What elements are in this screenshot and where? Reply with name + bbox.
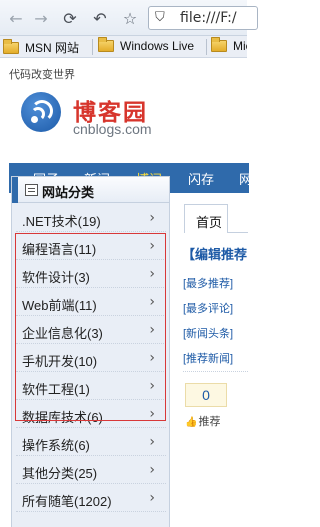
reload-icon[interactable]: ⟳ <box>60 8 80 28</box>
category-label: 软件工程(1) <box>22 382 90 397</box>
chevron-right-icon: › <box>149 210 155 226</box>
site-header: 博客园 cnblogs.com <box>9 81 249 137</box>
bookmark-msn[interactable]: MSN 网站 <box>3 38 80 56</box>
category-item[interactable]: 其他分类(25) › <box>16 456 166 484</box>
category-item[interactable]: 软件设计(3) › <box>16 260 166 288</box>
bookmark-divider <box>206 39 207 55</box>
undo-icon[interactable]: ↶ <box>90 8 110 28</box>
recommend-link[interactable]: [推荐新闻] <box>183 350 233 366</box>
category-sidebar: 网站分类 .NET技术(19) › 编程语言(11) › 软件设计(3) › Web前… <box>11 176 170 527</box>
bookmark-label: Windows Live <box>120 39 195 53</box>
category-label: 手机开发(10) <box>22 354 98 369</box>
chevron-right-icon: › <box>149 462 155 478</box>
recommend-label: 推荐 <box>198 416 221 428</box>
divider <box>183 371 248 372</box>
site-logo-domain: cnblogs.com <box>73 121 152 137</box>
forward-arrow-icon[interactable]: → <box>31 8 51 28</box>
category-label: 企业信息化(3) <box>22 326 103 341</box>
category-label: 软件设计(3) <box>22 270 90 285</box>
category-label: Web前端(11) <box>22 298 97 313</box>
nav-item-more[interactable]: 网 <box>239 169 252 188</box>
category-label: 编程语言(11) <box>22 242 97 257</box>
bookmark-label: MSN 网站 <box>25 41 80 55</box>
editor-pick-heading[interactable]: 【编辑推荐 <box>182 244 247 263</box>
thumbs-up-icon: 👍 <box>185 417 198 428</box>
tab-home-label: 首页 <box>196 215 223 230</box>
recommend-button[interactable]: 👍推荐 <box>185 413 227 429</box>
bookmark-windows-live[interactable]: Windows Live <box>98 37 195 53</box>
vote-count: 0 <box>185 383 227 407</box>
chevron-right-icon: › <box>149 238 155 254</box>
sidebar-title: 网站分类 <box>42 185 95 200</box>
sidebar-header: 网站分类 <box>12 177 169 203</box>
site-slogan: 代码改变世界 <box>9 69 75 81</box>
recommend-link[interactable]: [最多推荐] <box>183 275 233 291</box>
chevron-right-icon: › <box>149 266 155 282</box>
recommend-link[interactable]: [最多评论] <box>183 300 233 316</box>
chevron-right-icon: › <box>149 322 155 338</box>
chevron-right-icon: › <box>149 434 155 450</box>
folder-icon <box>98 37 114 52</box>
recommend-link[interactable]: [新闻头条] <box>183 325 233 341</box>
bookmark-divider <box>92 39 93 55</box>
chevron-right-icon: › <box>149 406 155 422</box>
category-item[interactable]: .NET技术(19) › <box>16 204 166 232</box>
category-label: 操作系统(6) <box>22 438 90 453</box>
category-label: 所有随笔(1202) <box>22 494 112 509</box>
folder-icon <box>211 37 227 52</box>
category-item[interactable]: 企业信息化(3) › <box>16 316 166 344</box>
url-text[interactable]: file:///F:/ <box>180 10 237 26</box>
category-item[interactable]: 操作系统(6) › <box>16 428 166 456</box>
chevron-right-icon: › <box>149 378 155 394</box>
bookmark-mic[interactable]: Mic <box>211 37 247 53</box>
category-label: .NET技术(19) <box>22 214 101 229</box>
category-list: .NET技术(19) › 编程语言(11) › 软件设计(3) › Web前端(11)… <box>16 204 166 512</box>
category-item[interactable]: 编程语言(11) › <box>16 232 166 260</box>
tab-underline <box>228 232 248 233</box>
shield-icon: ⛉ <box>155 10 165 25</box>
nav-item-flash[interactable]: 闪存 <box>188 169 214 188</box>
tab-home[interactable]: 首页 <box>184 204 228 233</box>
category-item[interactable]: 手机开发(10) › <box>16 344 166 372</box>
sidebar-header-accent <box>12 177 18 203</box>
browser-toolbar: ← → ⟳ ↶ ☆ ⛉ file:///F:/ <box>0 0 258 36</box>
chevron-right-icon: › <box>149 490 155 506</box>
folder-icon <box>3 38 19 54</box>
star-icon[interactable]: ☆ <box>120 8 140 28</box>
category-item[interactable]: 数据库技术(6) › <box>16 400 166 428</box>
chevron-right-icon: › <box>149 294 155 310</box>
category-item[interactable]: 软件工程(1) › <box>16 372 166 400</box>
rss-logo-icon[interactable] <box>21 92 61 132</box>
book-icon <box>25 184 38 196</box>
chevron-right-icon: › <box>149 350 155 366</box>
category-item[interactable]: Web前端(11) › <box>16 288 166 316</box>
bookmarks-bar: MSN 网站 Windows Live Mic <box>0 36 247 58</box>
category-label: 数据库技术(6) <box>22 410 103 425</box>
category-label: 其他分类(25) <box>22 466 98 481</box>
address-bar[interactable]: ⛉ file:///F:/ <box>148 6 258 30</box>
vote-widget: 0 👍推荐 <box>185 383 227 429</box>
bookmark-label: Mic <box>233 39 247 53</box>
back-arrow-icon[interactable]: ← <box>6 8 26 28</box>
category-item[interactable]: 所有随笔(1202) › <box>16 484 166 512</box>
